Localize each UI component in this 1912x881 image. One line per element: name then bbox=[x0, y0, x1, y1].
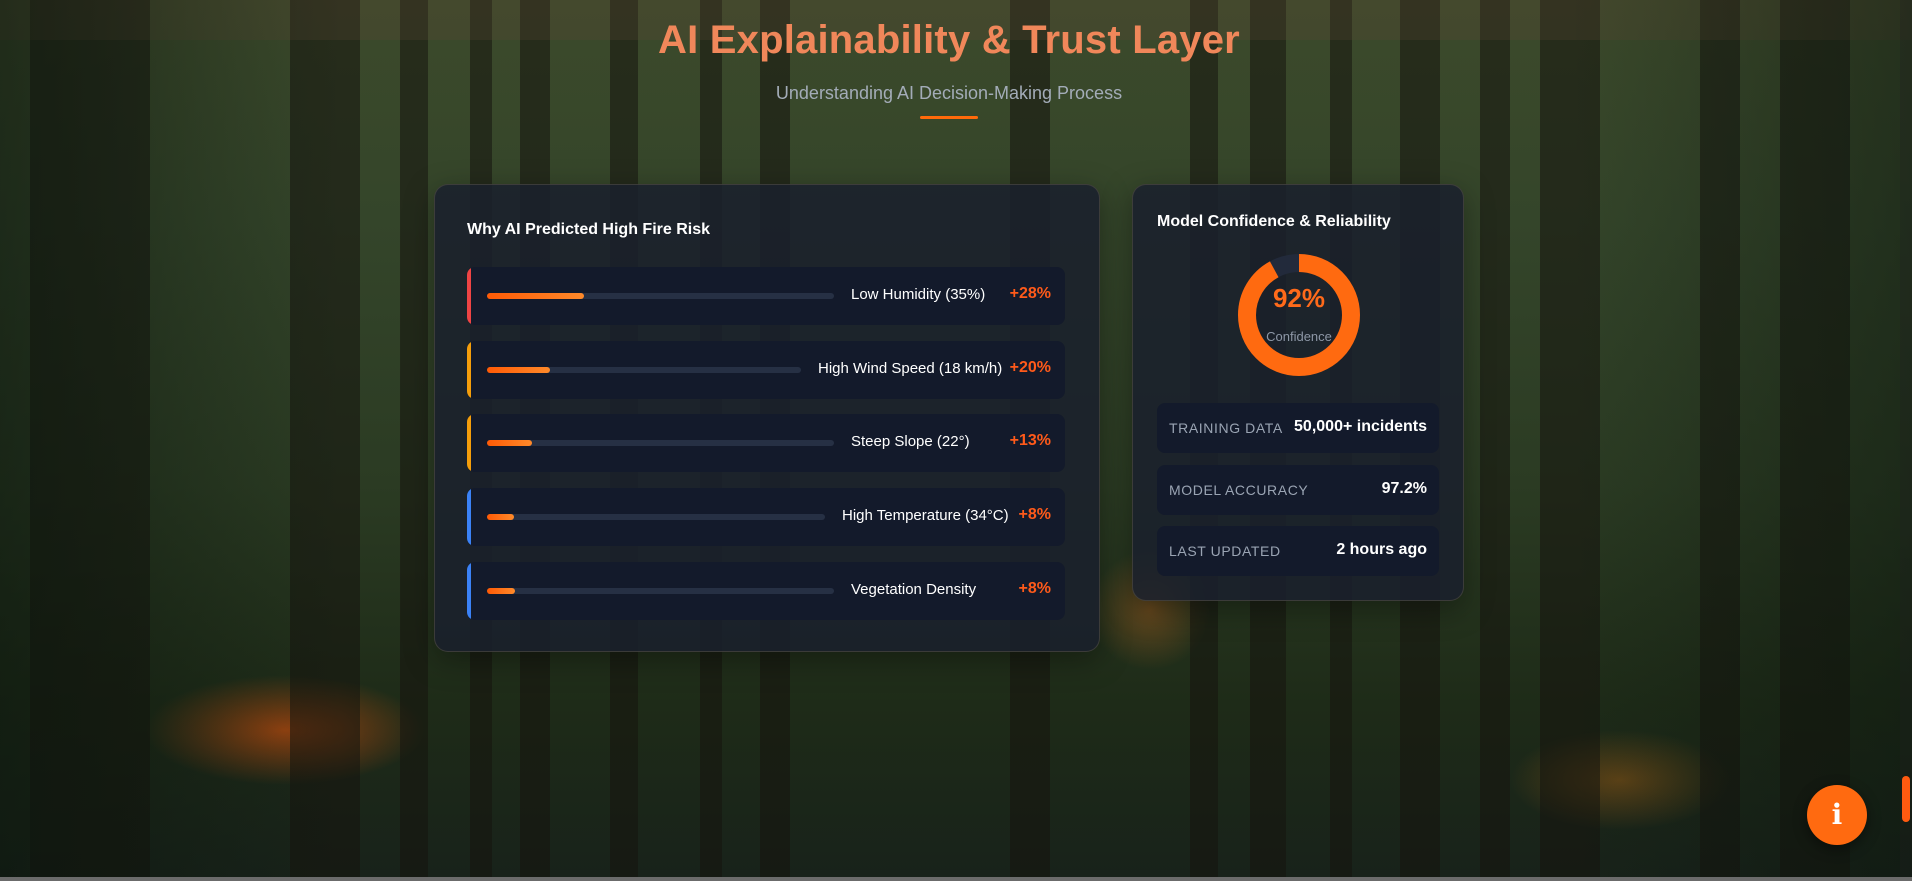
factor-impact: +20% bbox=[1009, 359, 1051, 376]
factor-impact: +28% bbox=[1009, 285, 1051, 302]
page-scrollbar[interactable] bbox=[1900, 0, 1912, 881]
factor-bar-fill bbox=[487, 367, 550, 373]
factor-accent-stripe bbox=[467, 488, 471, 546]
factor-accent-stripe bbox=[467, 414, 471, 472]
stat-value: 50,000+ incidents bbox=[1294, 418, 1427, 435]
confidence-caption: Confidence bbox=[1266, 329, 1332, 344]
factor-accent-stripe bbox=[467, 341, 471, 399]
page-subtitle: Understanding AI Decision-Making Process bbox=[775, 83, 1123, 103]
page-title: AI Explainability & Trust Layer bbox=[658, 18, 1240, 62]
prediction-factors-card: Why AI Predicted High Fire Risk Low Humi… bbox=[434, 184, 1100, 652]
factor-bar-track bbox=[487, 588, 834, 594]
factor-bar-fill bbox=[487, 588, 515, 594]
factor-bar-fill bbox=[487, 514, 515, 520]
stat-label: LAST UPDATED bbox=[1169, 543, 1281, 559]
info-button[interactable]: i bbox=[1807, 785, 1867, 845]
model-confidence-title: Model Confidence & Reliability bbox=[1157, 213, 1391, 230]
stat-model-accuracy: MODEL ACCURACY 97.2% bbox=[1157, 465, 1439, 515]
stat-label: MODEL ACCURACY bbox=[1169, 482, 1309, 498]
factor-accent-stripe bbox=[467, 267, 471, 325]
factor-bar-track bbox=[487, 367, 801, 373]
info-icon: i bbox=[1831, 798, 1843, 831]
window-bottom-edge bbox=[0, 877, 1912, 881]
factor-bar-track bbox=[487, 440, 834, 446]
factor-impact: +8% bbox=[1018, 580, 1051, 597]
factor-label: High Temperature (34°C) bbox=[842, 507, 1009, 524]
stat-training-data: TRAINING DATA 50,000+ incidents bbox=[1157, 403, 1439, 453]
confidence-value: 92% bbox=[1272, 283, 1326, 313]
prediction-factors-title: Why AI Predicted High Fire Risk bbox=[467, 221, 711, 238]
scrollbar-thumb[interactable] bbox=[1902, 776, 1910, 822]
factor-row-slope[interactable]: Steep Slope (22°) +13% bbox=[467, 414, 1065, 472]
stat-last-updated: LAST UPDATED 2 hours ago bbox=[1157, 526, 1439, 576]
factor-impact: +8% bbox=[1018, 506, 1051, 523]
factor-bar-fill bbox=[487, 440, 533, 446]
factor-label: Vegetation Density bbox=[851, 581, 977, 598]
model-confidence-card: Model Confidence & Reliability 92% Confi… bbox=[1132, 184, 1464, 601]
factor-bar-track bbox=[487, 514, 825, 520]
factor-row-wind[interactable]: High Wind Speed (18 km/h) +20% bbox=[467, 341, 1065, 399]
title-underline bbox=[920, 116, 978, 119]
factor-bar-track bbox=[487, 293, 834, 299]
factor-accent-stripe bbox=[467, 562, 471, 620]
factor-impact: +13% bbox=[1009, 432, 1051, 449]
stat-label: TRAINING DATA bbox=[1169, 420, 1283, 436]
factor-row-humidity[interactable]: Low Humidity (35%) +28% bbox=[467, 267, 1065, 325]
stat-value: 2 hours ago bbox=[1336, 541, 1427, 558]
stat-value: 97.2% bbox=[1381, 480, 1427, 497]
factor-label: High Wind Speed (18 km/h) bbox=[818, 360, 1003, 377]
confidence-ring-arc bbox=[1238, 254, 1360, 376]
factor-bar-fill bbox=[487, 293, 585, 299]
factor-row-temperature[interactable]: High Temperature (34°C) +8% bbox=[467, 488, 1065, 546]
factor-row-vegetation[interactable]: Vegetation Density +8% bbox=[467, 562, 1065, 620]
confidence-ring: 92% Confidence bbox=[1235, 251, 1363, 379]
page-header: AI Explainability & Trust Layer Understa… bbox=[0, 18, 1898, 119]
factor-label: Steep Slope (22°) bbox=[851, 433, 970, 450]
factor-label: Low Humidity (35%) bbox=[851, 286, 986, 303]
